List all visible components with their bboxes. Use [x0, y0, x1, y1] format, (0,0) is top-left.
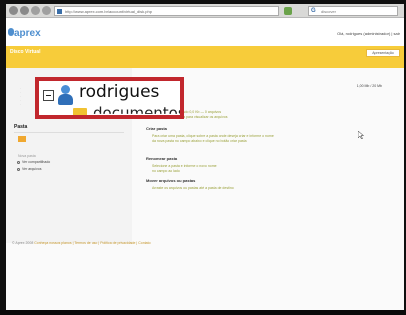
- logo[interactable]: aprex: [14, 28, 41, 39]
- presentation-button[interactable]: Apresentação: [366, 49, 400, 57]
- section-title: Disco Virtual: [10, 49, 41, 55]
- divider: [14, 132, 124, 133]
- monitor-frame: http://www.aprex.com.br/account/virtual_…: [0, 0, 406, 315]
- browser-window: http://www.aprex.com.br/account/virtual_…: [6, 4, 404, 312]
- search-placeholder: discover: [321, 9, 336, 14]
- back-icon[interactable]: [9, 6, 18, 15]
- section-heading: Criar pasta: [146, 126, 167, 131]
- section-line: Selecione a pasta e informe o novo nome: [152, 164, 217, 168]
- sidebar-link-files[interactable]: Ver arquivos: [17, 167, 41, 171]
- footer-links[interactable]: Conheça nossos planos | Termos de uso | …: [34, 241, 150, 245]
- sidebar-link-label: Ver arquivos: [22, 167, 42, 171]
- share-icon: [17, 160, 20, 164]
- folder-action-button[interactable]: [18, 136, 26, 142]
- forward-icon[interactable]: [20, 6, 29, 15]
- user-folder-icon: [57, 85, 73, 105]
- section-heading: Renomear pasta: [146, 156, 178, 161]
- go-icon[interactable]: [284, 7, 292, 15]
- sidebar-heading: Pasta: [14, 124, 28, 130]
- section-line: Para criar uma pasta, clique sobre a pas…: [152, 134, 274, 138]
- mouse-cursor-icon: [358, 131, 364, 139]
- tree-line-markers: · · · · ·: [20, 86, 21, 106]
- tree-root-label[interactable]: rodrigues: [79, 82, 159, 102]
- highlighted-folder-tree: rodrigues documentos: [35, 77, 184, 119]
- collapse-icon[interactable]: [43, 90, 54, 101]
- reload-icon[interactable]: [31, 6, 40, 15]
- sidebar-link-label: Ver compartilhado: [22, 160, 51, 164]
- storage-usage: 1,00 Mb / 20 Mb: [356, 84, 382, 88]
- section-line: no campo ao lado: [152, 169, 180, 173]
- search-input[interactable]: G discover: [308, 6, 398, 16]
- folder-icon: [73, 108, 87, 115]
- footer: © Aprex 2008 Conheça nossos planos | Ter…: [12, 241, 151, 245]
- favicon-icon: [57, 9, 62, 14]
- address-bar[interactable]: http://www.aprex.com.br/account/virtual_…: [54, 6, 279, 16]
- home-icon[interactable]: [42, 6, 51, 15]
- google-search-icon: G: [311, 8, 316, 14]
- app-header: aprex Olá, rodrigues (administrador) | s…: [6, 18, 404, 55]
- sidebar-caption: Nova pasta: [18, 154, 36, 158]
- section-heading: Mover arquivos ou pastas: [146, 178, 196, 183]
- browser-toolbar: http://www.aprex.com.br/account/virtual_…: [6, 4, 404, 18]
- address-url: http://www.aprex.com.br/account/virtual_…: [65, 9, 152, 14]
- section-line: Arraste os arquivos ou pastas até a past…: [152, 186, 234, 190]
- tab-bar: InícioArquivosCompartilharLixeiraBackupP…: [8, 59, 172, 75]
- section-line: da nova pasta no campo abaixo e clique n…: [152, 139, 247, 143]
- footer-copyright: © Aprex 2008: [12, 241, 34, 245]
- tree-child-label[interactable]: documentos: [93, 104, 180, 114]
- monitor-bezel: [0, 310, 406, 315]
- sidebar-link-shared[interactable]: Ver compartilhado: [17, 160, 50, 164]
- user-info: Olá, rodrigues (administrador) | sair: [337, 31, 400, 36]
- section-band: Disco Virtual Apresentação InícioArquivo…: [6, 46, 404, 75]
- file-icon: [17, 167, 20, 171]
